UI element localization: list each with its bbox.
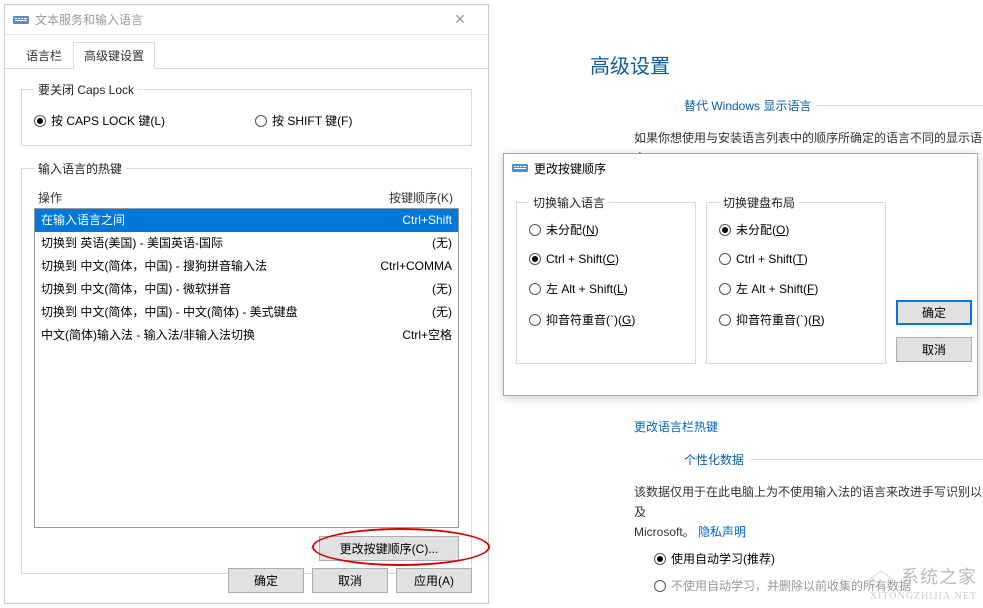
section-personal-data: 个性化数据 [684, 451, 744, 468]
radio-capslock-key[interactable]: 按 CAPS LOCK 键(L) [34, 112, 165, 129]
radio-icon [719, 224, 731, 236]
group-legend: 切换输入语言 [529, 194, 609, 211]
apply-button[interactable]: 应用(A) [396, 568, 472, 593]
hotkey-listbox[interactable]: 在输入语言之间Ctrl+Shift 切换到 英语(美国) - 美国英语-国际(无… [34, 208, 459, 528]
capslock-legend: 要关闭 Caps Lock [34, 81, 138, 98]
text-services-dialog: 文本服务和输入语言 ✕ 语言栏 高级键设置 要关闭 Caps Lock 按 CA… [4, 4, 489, 604]
radio-alt-shift[interactable]: 左 Alt + Shift(L) [529, 280, 685, 297]
change-key-sequence-dialog: 更改按键顺序 切换输入语言 未分配(N) Ctrl + Shift(C) 左 A… [503, 153, 978, 396]
switch-keyboard-layout-group: 切换键盘布局 未分配(O) Ctrl + Shift(T) 左 Alt + Sh… [706, 194, 886, 364]
radio-icon [529, 314, 541, 326]
radio-icon [719, 314, 731, 326]
radio-shift-key[interactable]: 按 SHIFT 键(F) [255, 112, 352, 129]
radio-grave-accent[interactable]: 抑音符重音(`)(R) [719, 311, 875, 328]
change-key-sequence-button[interactable]: 更改按键顺序(C)... [319, 536, 459, 561]
hotkey-legend: 输入语言的热键 [34, 160, 126, 177]
close-button[interactable]: ✕ [440, 11, 480, 28]
tab-advanced-keys[interactable]: 高级键设置 [73, 42, 155, 69]
radio-unassigned[interactable]: 未分配(N) [529, 221, 685, 238]
capslock-group: 要关闭 Caps Lock 按 CAPS LOCK 键(L) 按 SHIFT 键… [21, 81, 472, 146]
dialog-buttons: 确定 取消 应用(A) [228, 568, 472, 593]
list-item[interactable]: 切换到 英语(美国) - 美国英语-国际(无) [35, 232, 458, 255]
list-item[interactable]: 切换到 中文(简体，中国) - 搜狗拼音输入法Ctrl+COMMA [35, 255, 458, 278]
list-item[interactable]: 切换到 中文(简体，中国) - 微软拼音(无) [35, 278, 458, 301]
radio-icon [719, 283, 731, 295]
keyboard-icon [512, 160, 528, 176]
radio-icon [654, 580, 666, 592]
radio-grave-accent[interactable]: 抑音符重音(`)(G) [529, 311, 685, 328]
keyboard-icon [13, 12, 29, 28]
change-language-bar-hotkey-link[interactable]: 更改语言栏热键 [634, 420, 718, 434]
ok-button[interactable]: 确定 [228, 568, 304, 593]
titlebar[interactable]: 更改按键顺序 [504, 154, 977, 182]
dialog-title: 文本服务和输入语言 [35, 11, 440, 28]
tab-strip: 语言栏 高级键设置 [5, 41, 488, 69]
radio-icon [719, 253, 731, 265]
radio-unassigned[interactable]: 未分配(O) [719, 221, 875, 238]
radio-icon [529, 283, 541, 295]
radio-alt-shift[interactable]: 左 Alt + Shift(F) [719, 280, 875, 297]
list-item[interactable]: 中文(简体)输入法 - 输入法/非输入法切换Ctrl+空格 [35, 324, 458, 347]
ok-button[interactable]: 确定 [896, 300, 972, 325]
radio-icon [529, 253, 541, 265]
section-override-language: 替代 Windows 显示语言 [684, 97, 811, 114]
privacy-link[interactable]: 隐私声明 [698, 525, 746, 539]
switch-input-language-group: 切换输入语言 未分配(N) Ctrl + Shift(C) 左 Alt + Sh… [516, 194, 696, 364]
radio-ctrl-shift[interactable]: Ctrl + Shift(C) [529, 252, 685, 266]
radio-ctrl-shift[interactable]: Ctrl + Shift(T) [719, 252, 875, 266]
cancel-button[interactable]: 取消 [896, 337, 972, 362]
dialog-title: 更改按键顺序 [534, 160, 969, 177]
radio-icon [34, 115, 46, 127]
tab-language-bar[interactable]: 语言栏 [15, 42, 73, 69]
radio-icon [255, 115, 267, 127]
radio-auto-learn-on[interactable]: 使用自动学习(推荐) [654, 550, 775, 567]
list-item[interactable]: 切换到 中文(简体，中国) - 中文(简体) - 美式键盘(无) [35, 301, 458, 324]
list-item[interactable]: 在输入语言之间Ctrl+Shift [35, 209, 458, 232]
watermark: 系统之家 XITONGZHIJIA.NET [866, 563, 978, 602]
page-heading: 高级设置 [590, 50, 983, 79]
list-header: 操作 按键顺序(K) [34, 187, 459, 208]
titlebar[interactable]: 文本服务和输入语言 ✕ [5, 5, 488, 35]
radio-icon [654, 553, 666, 565]
cancel-button[interactable]: 取消 [312, 568, 388, 593]
hotkey-group: 输入语言的热键 操作 按键顺序(K) 在输入语言之间Ctrl+Shift 切换到… [21, 160, 472, 574]
radio-icon [529, 224, 541, 236]
section2-text: 该数据仅用于在此电脑上为不使用输入法的语言来改进手写识别以及 Microsoft… [634, 482, 983, 542]
group-legend: 切换键盘布局 [719, 194, 799, 211]
